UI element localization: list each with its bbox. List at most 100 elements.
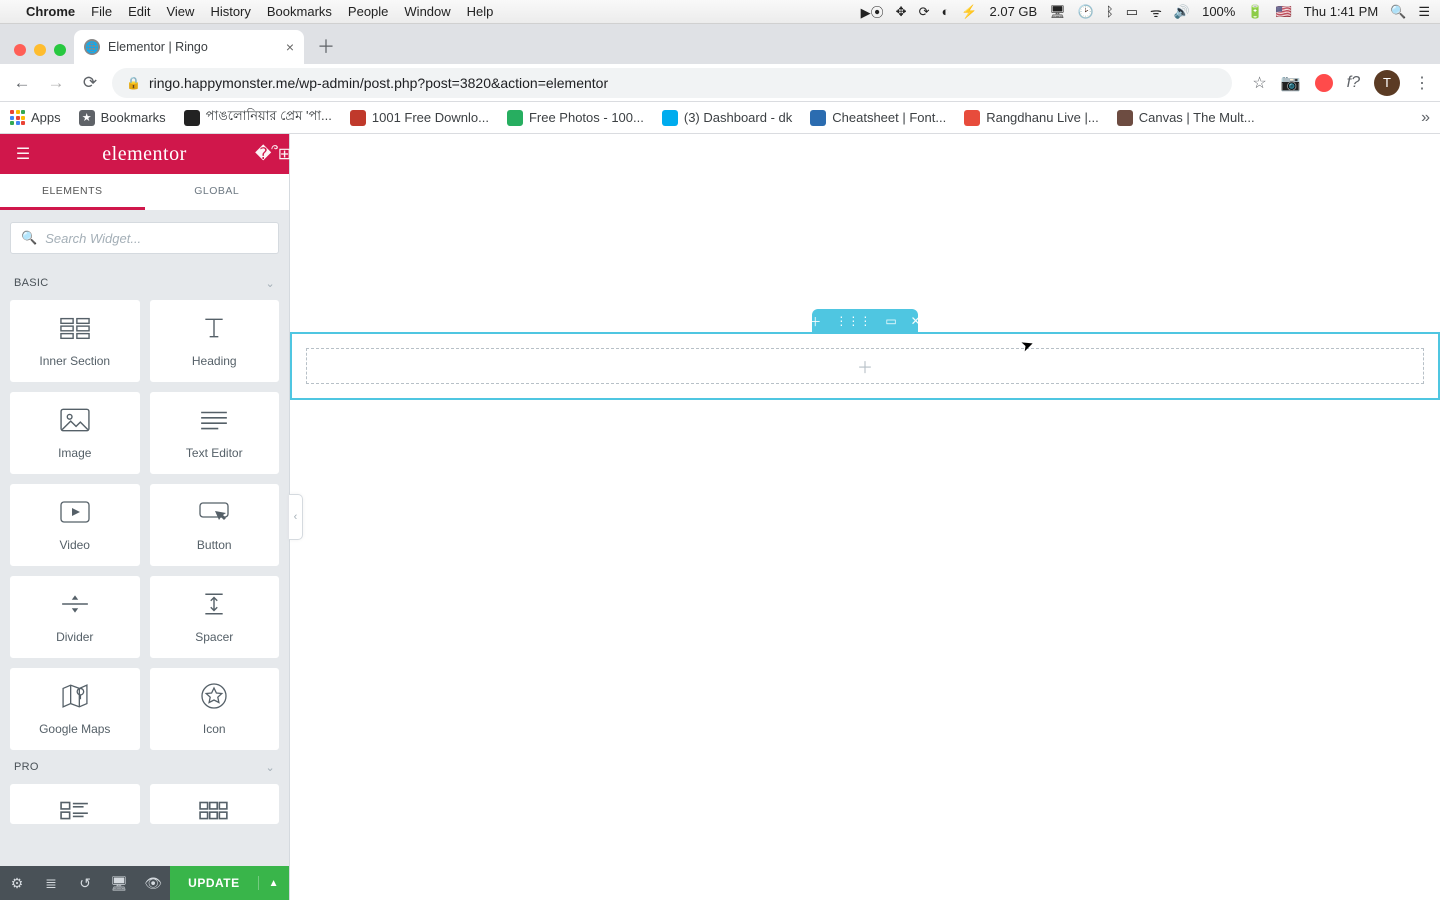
widget-button[interactable]: Button <box>150 484 280 566</box>
menu-help[interactable]: Help <box>467 4 494 19</box>
volume-icon[interactable]: 🔊 <box>1174 4 1190 20</box>
widget-label: Image <box>58 446 91 460</box>
gallery-icon <box>199 797 229 824</box>
apps-label: Apps <box>31 110 61 125</box>
menu-edit[interactable]: Edit <box>128 4 150 19</box>
agent-icon[interactable]: ◐ <box>941 4 949 19</box>
site-icon <box>507 110 523 126</box>
bluetooth-icon[interactable]: ᛒ <box>1106 4 1114 19</box>
category-pro[interactable]: PRO ⌄ <box>0 750 289 784</box>
widget-text-editor[interactable]: Text Editor <box>150 392 280 474</box>
chrome-menu-button[interactable]: ⋮ <box>1414 73 1430 93</box>
browser-tab[interactable]: 🌐 Elementor | Ringo × <box>74 30 304 64</box>
bookmark-item[interactable]: (3) Dashboard - dk <box>662 110 792 126</box>
menu-view[interactable]: View <box>166 4 194 19</box>
bookmark-item[interactable]: Canvas | The Mult... <box>1117 110 1255 126</box>
widget-google-maps[interactable]: Google Maps <box>10 668 140 750</box>
duplicate-section-button[interactable]: ▭ <box>885 314 896 328</box>
bookmark-item[interactable]: ★Bookmarks <box>79 110 166 126</box>
add-section-button[interactable]: ＋ <box>809 313 821 330</box>
flag-icon[interactable]: 🇺🇸 <box>1276 4 1292 20</box>
widget-video[interactable]: Video <box>10 484 140 566</box>
navigator-button[interactable]: ≣ <box>34 866 68 900</box>
window-close-button[interactable] <box>14 44 26 56</box>
menu-history[interactable]: History <box>210 4 250 19</box>
window-zoom-button[interactable] <box>54 44 66 56</box>
opera-extension-icon[interactable] <box>1315 74 1333 92</box>
forward-button[interactable]: → <box>44 71 68 95</box>
clock[interactable]: Thu 1:41 PM <box>1304 4 1378 19</box>
dropbox-icon[interactable]: ✥ <box>896 4 907 20</box>
preview-canvas[interactable]: ‹ ＋ ⋮⋮⋮ ▭ ✕ ＋ ➤ <box>290 134 1440 900</box>
widget-pro-posts[interactable] <box>10 784 140 824</box>
screencast-icon[interactable]: ▶⦿ <box>861 2 884 21</box>
spotlight-icon[interactable]: 🔍 <box>1390 4 1406 20</box>
address-bar[interactable]: 🔒 ringo.happymonster.me/wp-admin/post.ph… <box>112 68 1232 98</box>
window-minimize-button[interactable] <box>34 44 46 56</box>
section-handle[interactable]: ＋ ⋮⋮⋮ ▭ ✕ <box>812 309 918 333</box>
sync-icon[interactable]: ⟳ <box>919 4 930 20</box>
preview-button[interactable]: 👁 <box>136 866 170 900</box>
bookmark-item[interactable]: Rangdhanu Live |... <box>964 110 1099 126</box>
elementor-column[interactable]: ＋ <box>306 348 1424 384</box>
widget-pro-gallery[interactable] <box>150 784 280 824</box>
memory-indicator[interactable]: 2.07 GB <box>990 4 1038 19</box>
new-tab-button[interactable]: ＋ <box>312 32 340 60</box>
bookmark-item[interactable]: 1001 Free Downlo... <box>350 110 489 126</box>
widget-label: Heading <box>192 354 237 368</box>
search-field[interactable] <box>45 231 268 246</box>
menu-people[interactable]: People <box>348 4 388 19</box>
battery-box-icon[interactable]: ▭ <box>1126 4 1138 20</box>
site-icon <box>964 110 980 126</box>
menu-window[interactable]: Window <box>404 4 450 19</box>
reload-button[interactable]: ⟳ <box>78 71 102 95</box>
chrome-apps-button[interactable]: Apps <box>10 110 61 125</box>
bookmark-star-icon[interactable]: ☆ <box>1252 73 1266 93</box>
menu-bookmarks[interactable]: Bookmarks <box>267 4 332 19</box>
bolt-icon[interactable]: ⚡ <box>961 4 977 20</box>
update-button[interactable]: UPDATE ▲ <box>170 866 289 900</box>
profile-avatar[interactable]: T <box>1374 70 1400 96</box>
bookmark-item[interactable]: Free Photos - 100... <box>507 110 644 126</box>
battery-percent[interactable]: 100% <box>1202 4 1235 19</box>
control-center-icon[interactable]: ☰ <box>1418 4 1430 20</box>
panel-settings-button[interactable]: ⚙ <box>0 866 34 900</box>
bookmark-item[interactable]: Cheatsheet | Font... <box>810 110 946 126</box>
widget-image[interactable]: Image <box>10 392 140 474</box>
widget-heading[interactable]: Heading <box>150 300 280 382</box>
timemachine-icon[interactable]: 🕑 <box>1078 4 1094 20</box>
battery-icon[interactable]: 🔋 <box>1247 4 1263 20</box>
elementor-section[interactable]: ＋ <box>290 332 1440 400</box>
tab-global[interactable]: GLOBAL <box>145 174 290 210</box>
caret-up-icon[interactable]: ▲ <box>259 878 289 889</box>
responsive-button[interactable]: 🖥 <box>102 866 136 900</box>
history-button[interactable]: ↺ <box>68 866 102 900</box>
divider-icon <box>60 591 90 620</box>
bookmark-item[interactable]: পাঙলোনিয়ার প্রেম 'পা... <box>184 107 332 128</box>
menu-file[interactable]: File <box>91 4 112 19</box>
collapse-panel-button[interactable]: ‹ <box>289 494 303 540</box>
bookmarks-overflow-button[interactable]: » <box>1421 109 1430 127</box>
back-button[interactable]: ← <box>10 71 34 95</box>
category-basic[interactable]: BASIC ⌄ <box>0 266 289 300</box>
window-controls <box>8 44 74 64</box>
tab-close-button[interactable]: × <box>286 39 294 55</box>
app-name[interactable]: Chrome <box>26 4 75 19</box>
wifi-icon[interactable]: ᯤ <box>1150 3 1162 21</box>
search-widget-input[interactable]: 🔍 <box>10 222 279 254</box>
whatfont-extension[interactable]: f? <box>1347 74 1360 92</box>
panel-menu-button[interactable]: ☰ <box>12 144 34 164</box>
widget-inner-section[interactable]: Inner Section <box>10 300 140 382</box>
url-text: ringo.happymonster.me/wp-admin/post.php?… <box>149 75 608 91</box>
widgets-grid-button[interactable]: �՞⊞ <box>255 144 277 164</box>
widget-spacer[interactable]: Spacer <box>150 576 280 658</box>
add-widget-icon[interactable]: ＋ <box>857 354 873 378</box>
camera-icon[interactable]: 📷 <box>1281 73 1301 93</box>
display-icon[interactable]: 🖥 <box>1049 4 1066 20</box>
widget-label: Video <box>60 538 90 552</box>
widget-icon[interactable]: Icon <box>150 668 280 750</box>
tab-elements[interactable]: ELEMENTS <box>0 174 145 210</box>
widget-divider[interactable]: Divider <box>10 576 140 658</box>
delete-section-button[interactable]: ✕ <box>911 314 921 328</box>
edit-section-button[interactable]: ⋮⋮⋮ <box>835 314 871 328</box>
